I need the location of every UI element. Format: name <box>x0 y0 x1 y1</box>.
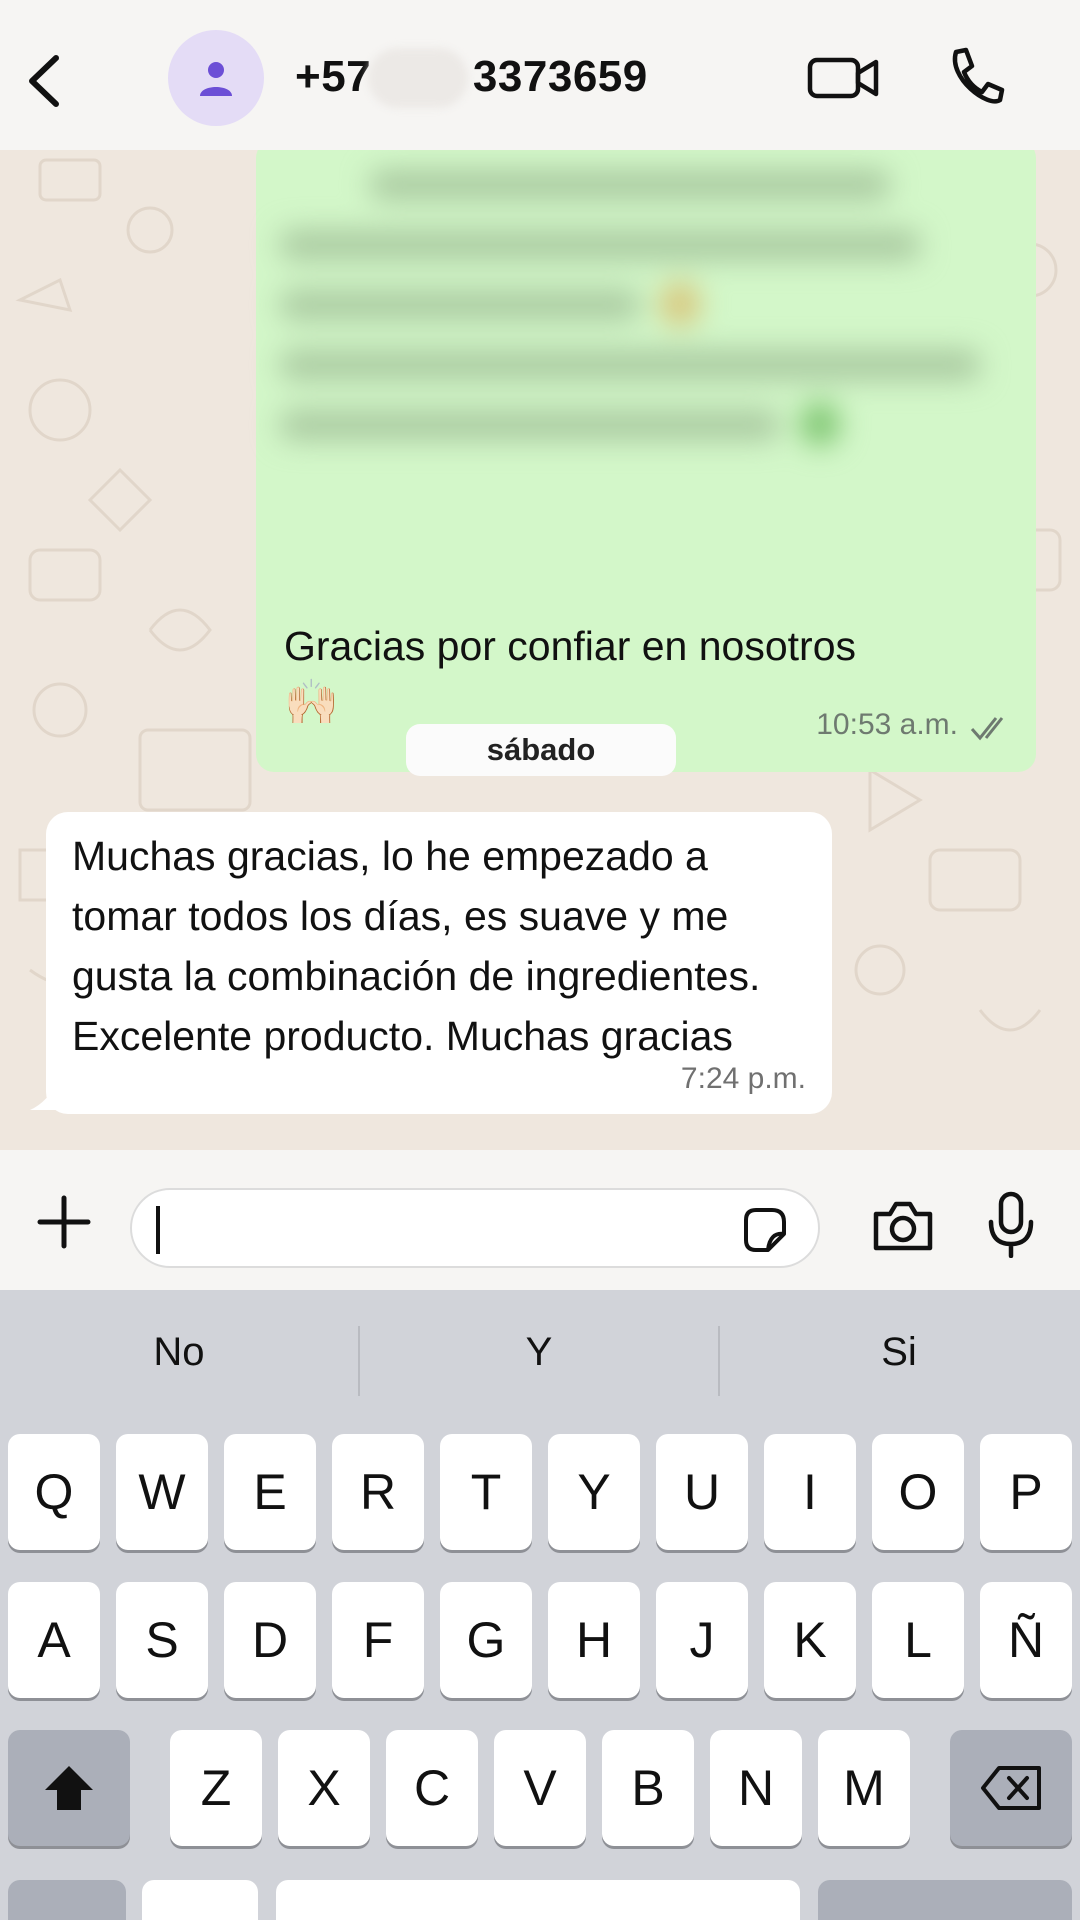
text-cursor <box>156 1206 160 1254</box>
key-m[interactable]: M <box>818 1730 910 1846</box>
microphone-icon <box>988 1191 1034 1259</box>
backspace-icon <box>981 1766 1041 1810</box>
key-s[interactable]: S <box>116 1582 208 1698</box>
outgoing-message-time: 10:53 a.m. <box>816 708 958 741</box>
key-q[interactable]: Q <box>8 1434 100 1550</box>
raising-hands-emoji: 🙌🏻 <box>284 678 339 727</box>
suggestion-3[interactable]: Si <box>720 1330 1078 1375</box>
return-key[interactable] <box>818 1880 1072 1920</box>
emoji-key[interactable] <box>142 1880 258 1920</box>
phone-icon <box>952 47 1005 104</box>
plus-icon <box>37 1195 91 1249</box>
double-check-icon <box>970 717 1004 741</box>
key-c[interactable]: C <box>386 1730 478 1846</box>
shift-icon <box>45 1766 93 1810</box>
voice-call-button[interactable] <box>944 44 1006 110</box>
video-camera-icon <box>807 57 879 99</box>
incoming-message-bubble[interactable]: Muchas gracias, lo he empezado a tomar t… <box>46 812 832 1114</box>
keyboard: No Y Si QWERTYUIOP ASDFGHJKLÑ ZXCVBNM <box>0 1290 1080 1920</box>
key-x[interactable]: X <box>278 1730 370 1846</box>
backspace-key[interactable] <box>950 1730 1072 1846</box>
chat-area[interactable]: Gracias por confiar en nosotros 🙌🏻 10:53… <box>0 150 1080 1150</box>
key-g[interactable]: G <box>440 1582 532 1698</box>
key-w[interactable]: W <box>116 1434 208 1550</box>
suggestion-2[interactable]: Y <box>360 1330 718 1375</box>
sticker-icon <box>744 1208 786 1252</box>
message-composer <box>0 1150 1080 1290</box>
incoming-message-text: Muchas gracias, lo he empezado a tomar t… <box>72 833 761 1059</box>
incoming-message-time: 7:24 p.m. <box>680 1062 806 1095</box>
camera-button[interactable] <box>870 1198 936 1254</box>
sticker-button[interactable] <box>738 1204 790 1256</box>
shift-key[interactable] <box>8 1730 130 1846</box>
key-f[interactable]: F <box>332 1582 424 1698</box>
key-b[interactable]: B <box>602 1730 694 1846</box>
key-n[interactable]: N <box>710 1730 802 1846</box>
key-j[interactable]: J <box>656 1582 748 1698</box>
key-p[interactable]: P <box>980 1434 1072 1550</box>
key-k[interactable]: K <box>764 1582 856 1698</box>
key-ñ[interactable]: Ñ <box>980 1582 1072 1698</box>
key-a[interactable]: A <box>8 1582 100 1698</box>
person-icon <box>200 62 232 96</box>
key-l[interactable]: L <box>872 1582 964 1698</box>
redacted-message-content <box>280 170 1000 550</box>
key-o[interactable]: O <box>872 1434 964 1550</box>
suggestion-bar: No Y Si <box>0 1290 1080 1430</box>
redacted-number-mask <box>368 48 468 108</box>
key-r[interactable]: R <box>332 1434 424 1550</box>
key-t[interactable]: T <box>440 1434 532 1550</box>
contact-name[interactable]: +57 3373659 <box>295 52 648 102</box>
numbers-key[interactable] <box>8 1880 126 1920</box>
key-d[interactable]: D <box>224 1582 316 1698</box>
key-y[interactable]: Y <box>548 1434 640 1550</box>
video-call-button[interactable] <box>806 48 882 108</box>
key-u[interactable]: U <box>656 1434 748 1550</box>
chevron-left-icon <box>29 55 59 107</box>
key-v[interactable]: V <box>494 1730 586 1846</box>
voice-message-button[interactable] <box>986 1190 1036 1259</box>
outgoing-message-text: Gracias por confiar en nosotros <box>284 623 856 669</box>
space-key[interactable] <box>276 1880 800 1920</box>
key-z[interactable]: Z <box>170 1730 262 1846</box>
back-button[interactable] <box>20 48 70 114</box>
suggestion-1[interactable]: No <box>0 1330 358 1375</box>
date-separator: sábado <box>406 724 676 776</box>
avatar[interactable] <box>168 30 264 126</box>
message-input[interactable] <box>130 1188 820 1268</box>
key-e[interactable]: E <box>224 1434 316 1550</box>
key-i[interactable]: I <box>764 1434 856 1550</box>
key-h[interactable]: H <box>548 1582 640 1698</box>
chat-header: +57 3373659 <box>0 0 1080 150</box>
camera-icon <box>873 1201 933 1251</box>
outgoing-message-bubble[interactable]: Gracias por confiar en nosotros 🙌🏻 10:53… <box>256 150 1036 772</box>
attach-button[interactable] <box>36 1194 92 1250</box>
